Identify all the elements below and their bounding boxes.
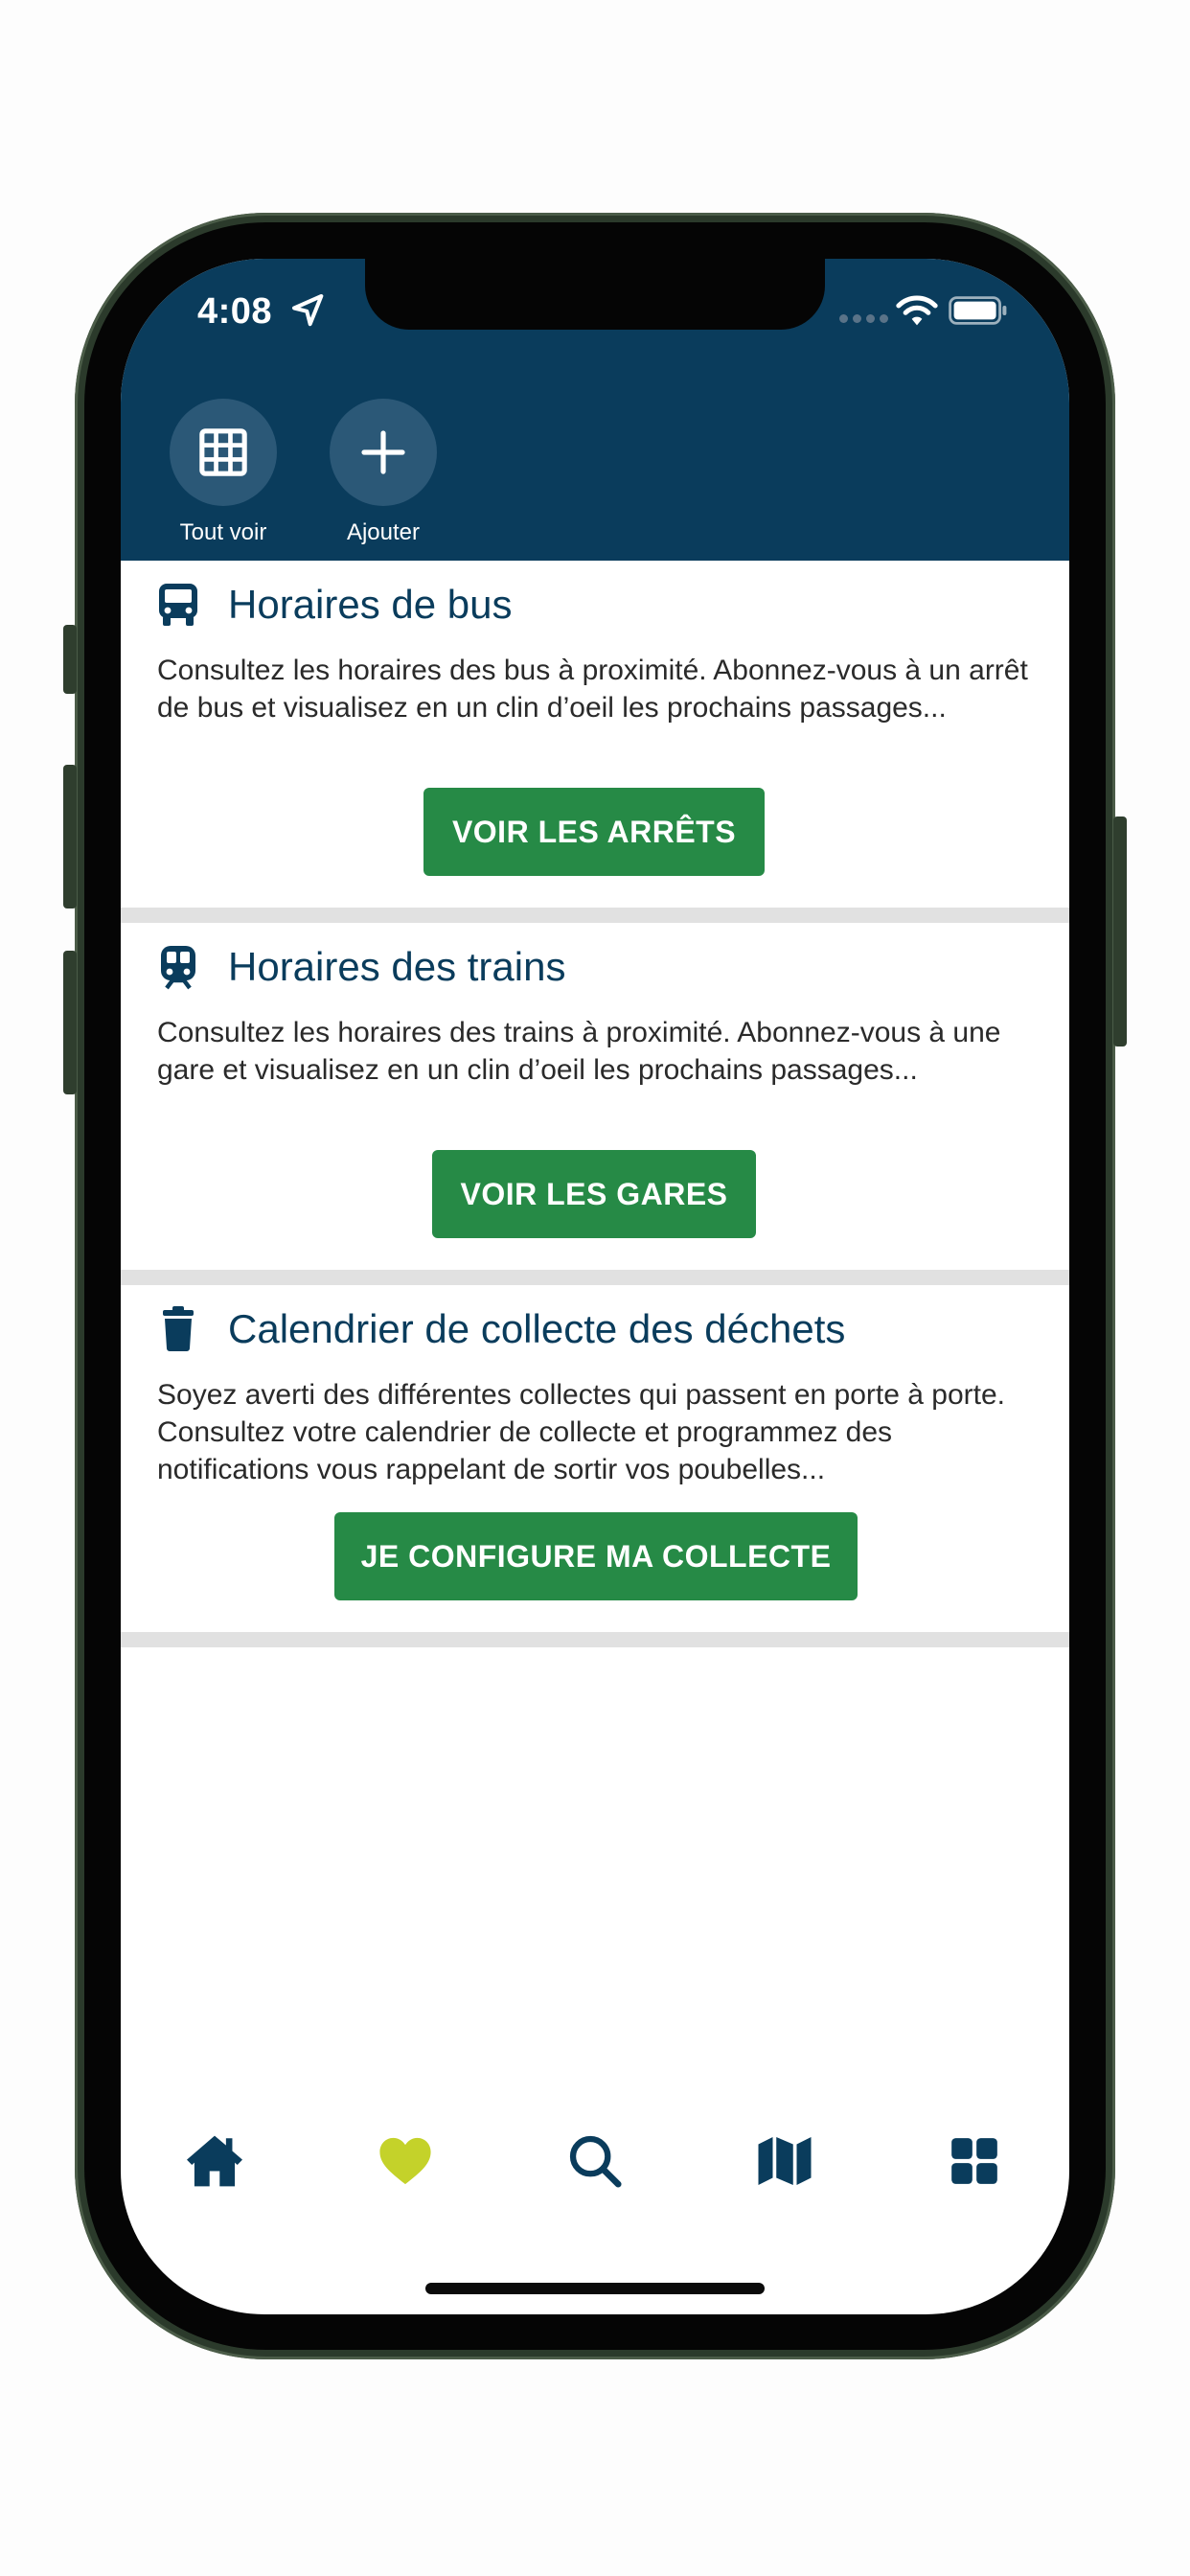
card-title: Calendrier de collecte des déchets xyxy=(228,1306,846,1351)
tab-home[interactable] xyxy=(181,2128,248,2195)
apps-grid-icon xyxy=(951,2138,997,2184)
card-title: Horaires de bus xyxy=(228,582,513,627)
card-divider xyxy=(121,908,1069,923)
waste-collection-card: Calendrier de collecte des déchets Soyez… xyxy=(121,1285,1069,1632)
view-stations-button[interactable]: VOIR LES GARES xyxy=(432,1150,756,1238)
tab-search[interactable] xyxy=(561,2128,629,2195)
tab-map[interactable] xyxy=(751,2128,818,2195)
bottom-tab-bar xyxy=(121,2128,1069,2223)
volume-up-button xyxy=(63,765,77,908)
notch xyxy=(365,259,825,330)
card-description: Consultez les horaires des bus à proximi… xyxy=(157,655,1028,724)
bus-icon xyxy=(159,584,197,626)
plus-icon xyxy=(330,399,437,506)
add-button[interactable]: Ajouter xyxy=(311,399,455,546)
trash-icon xyxy=(163,1306,194,1351)
home-icon xyxy=(187,2135,242,2187)
map-icon xyxy=(758,2137,812,2185)
wifi-icon xyxy=(896,295,938,326)
heart-icon xyxy=(379,2137,431,2185)
view-stops-button[interactable]: VOIR LES ARRÊTS xyxy=(423,788,765,876)
home-indicator[interactable] xyxy=(425,2283,765,2294)
card-description: Consultez les horaires des trains à prox… xyxy=(157,1017,1001,1086)
card-divider xyxy=(121,1632,1069,1647)
see-all-button[interactable]: Tout voir xyxy=(151,399,295,546)
silent-switch xyxy=(63,625,77,694)
card-title: Horaires des trains xyxy=(228,944,566,989)
train-icon xyxy=(161,946,195,990)
cellular-signal-icon xyxy=(839,310,893,328)
card-title-row: Horaires de bus xyxy=(157,582,512,628)
app-screen: 4:08 Tout voir Ajouter Horaires de bus C… xyxy=(121,259,1069,2314)
bus-schedule-card: Horaires de bus Consultez les horaires d… xyxy=(121,561,1069,908)
power-button xyxy=(1113,816,1127,1046)
add-label: Ajouter xyxy=(346,519,421,545)
tab-favorites[interactable] xyxy=(372,2128,439,2195)
search-icon xyxy=(569,2135,622,2188)
tab-apps[interactable] xyxy=(941,2128,1008,2195)
card-title-row: Horaires des trains xyxy=(157,944,565,990)
grid-icon xyxy=(170,399,277,506)
app-header: 4:08 Tout voir Ajouter xyxy=(121,259,1069,561)
card-divider xyxy=(121,1270,1069,1285)
location-arrow-icon xyxy=(292,294,324,327)
status-time: 4:08 xyxy=(197,291,273,332)
configure-collection-button[interactable]: JE CONFIGURE MA COLLECTE xyxy=(334,1512,858,1600)
card-description: Soyez averti des différentes collectes q… xyxy=(157,1379,1005,1485)
train-schedule-card: Horaires des trains Consultez les horair… xyxy=(121,923,1069,1270)
card-title-row: Calendrier de collecte des déchets xyxy=(157,1306,845,1352)
volume-down-button xyxy=(63,951,77,1094)
see-all-label: Tout voir xyxy=(179,519,267,545)
battery-icon xyxy=(949,296,1007,325)
